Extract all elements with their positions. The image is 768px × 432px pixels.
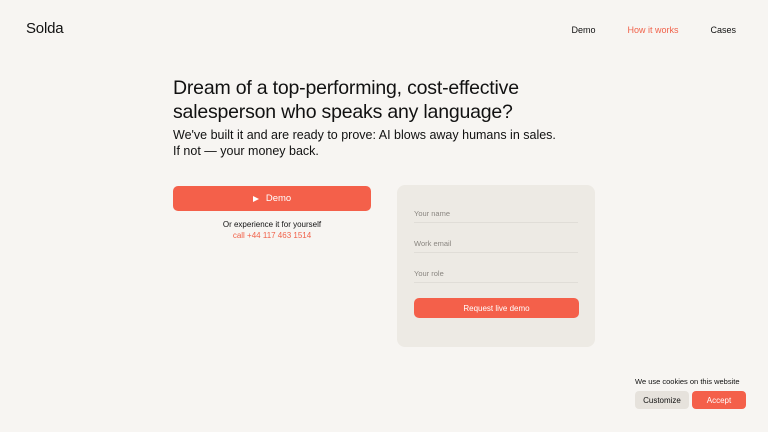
demo-button-label: Demo <box>265 193 292 204</box>
email-field[interactable] <box>414 235 578 253</box>
try-yourself-text: Or experience it for yourself <box>222 220 322 229</box>
hero-subline: We've built it and are ready to prove: A… <box>173 127 593 159</box>
main-nav: Demo How it works Cases <box>571 25 736 35</box>
name-field[interactable] <box>414 205 578 223</box>
nav-cases[interactable]: Cases <box>710 25 736 35</box>
nav-demo[interactable]: Demo <box>571 25 595 35</box>
cookie-customize-button[interactable]: Customize <box>635 391 689 409</box>
hero-headline: Dream of a top-performing, cost-effectiv… <box>173 77 519 123</box>
play-icon <box>252 195 259 202</box>
demo-request-form: Request live demo <box>397 185 595 347</box>
hero-subline-line-1: We've built it and are ready to prove: A… <box>173 128 556 142</box>
cookie-accept-button[interactable]: Accept <box>692 391 746 409</box>
hero-subline-line-2: If not — your money back. <box>173 144 319 158</box>
request-demo-button[interactable]: Request live demo <box>414 298 579 318</box>
phone-link[interactable]: call +44 117 463 1514 <box>173 231 371 240</box>
cookie-notice-text: We use cookies on this website <box>635 377 740 386</box>
role-field[interactable] <box>414 265 578 283</box>
nav-how-it-works[interactable]: How it works <box>627 25 678 35</box>
logo[interactable]: Solda <box>26 20 64 37</box>
demo-button[interactable]: Demo <box>173 186 371 211</box>
